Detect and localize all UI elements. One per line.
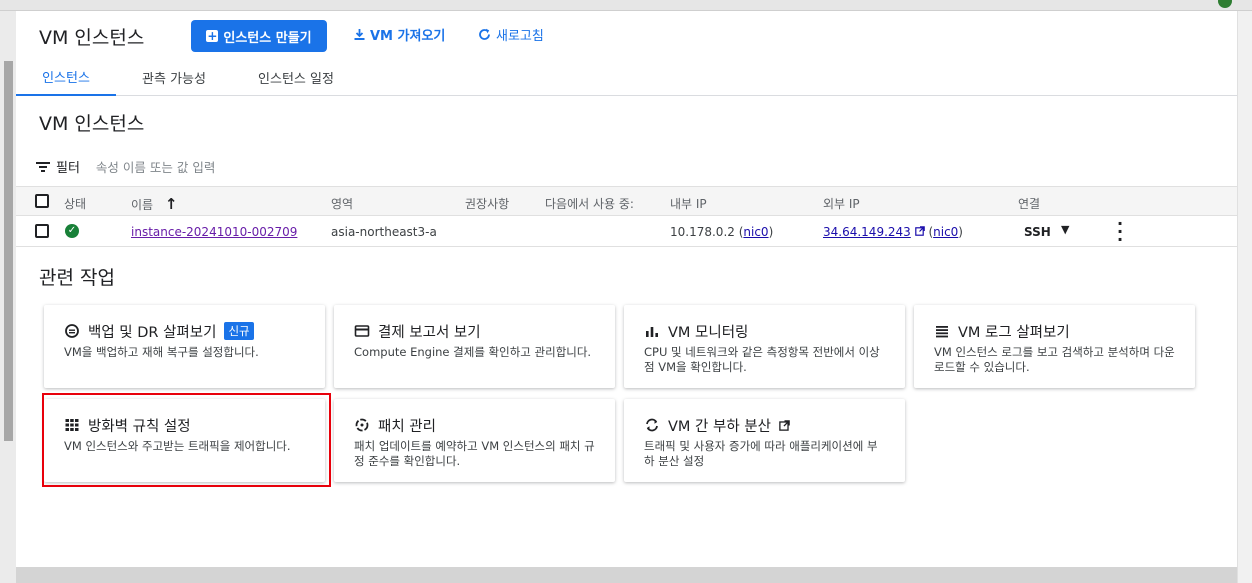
card-backup-dr[interactable]: 백업 및 DR 살펴보기 신규 VM을 백업하고 재해 복구를 설정합니다. (44, 305, 325, 388)
card-patch-management-desc: 패치 업데이트를 예약하고 VM 인스턴스의 패치 규정 준수를 확인합니다. (354, 439, 595, 468)
col-in-use-by: 다음에서 사용 중: (545, 197, 634, 211)
arrow-up-icon: ↑ (164, 195, 178, 213)
table-row: ✓ instance-20241010-002709 asia-northeas… (16, 216, 1237, 248)
tab-instances[interactable]: 인스턴스 (16, 58, 116, 96)
card-vm-logs-desc: VM 인스턴스 로그를 보고 검색하고 분석하며 다운로드할 수 있습니다. (934, 345, 1175, 374)
list-icon (936, 326, 948, 338)
import-vm-button[interactable]: VM 가져오기 (353, 25, 445, 44)
patch-sync-icon (355, 418, 369, 432)
select-all-checkbox[interactable] (35, 194, 49, 208)
filter-label: 필터 (56, 161, 80, 176)
filter-icon (36, 161, 50, 172)
left-scrollbar-thumb[interactable] (4, 61, 13, 441)
refresh-icon (479, 28, 490, 40)
create-instance-label: 인스턴스 만들기 (223, 30, 312, 46)
ssh-dropdown-icon[interactable]: ▼ (1061, 223, 1069, 236)
highlight-box (42, 393, 331, 487)
open-in-new-icon (779, 419, 790, 431)
row-checkbox[interactable] (35, 224, 49, 238)
card-load-balancing[interactable]: VM 간 부하 분산 트래픽 및 사용자 증가에 따라 애플리케이션에 부하 분… (624, 399, 905, 482)
card-load-balancing-desc: 트래픽 및 사용자 증가에 따라 애플리케이션에 부하 분산 설정 (644, 439, 878, 468)
card-backup-dr-title: 백업 및 DR 살펴보기 (88, 324, 217, 341)
card-load-balancing-title: VM 간 부하 분산 (668, 418, 771, 435)
ssh-button[interactable]: SSH (1024, 225, 1051, 239)
card-vm-logs[interactable]: VM 로그 살펴보기 VM 인스턴스 로그를 보고 검색하고 분석하며 다운로드… (914, 305, 1195, 388)
col-name-label: 이름 (131, 198, 154, 212)
external-nic-link[interactable]: nic0 (933, 225, 958, 239)
backup-icon (65, 324, 79, 338)
right-scrollbar[interactable] (1237, 11, 1252, 583)
refresh-button[interactable]: 새로고침 (477, 25, 544, 44)
import-vm-label: VM 가져오기 (370, 29, 446, 44)
col-connect: 연결 (1018, 197, 1041, 211)
card-vm-monitoring-title: VM 모니터링 (668, 324, 749, 341)
instance-name: instance-20241010-002709 (131, 225, 298, 239)
card-billing-report[interactable]: 결제 보고서 보기 Compute Engine 결제를 확인하고 관리합니다. (334, 305, 615, 388)
card-billing-report-desc: Compute Engine 결제를 확인하고 관리합니다. (354, 345, 592, 359)
col-recommendation: 권장사항 (465, 197, 510, 211)
external-ip-link[interactable]: 34.64.149.243 (823, 225, 911, 239)
instance-zone: asia-northeast3-a (331, 225, 437, 239)
left-scrollbar[interactable] (0, 11, 16, 583)
card-vm-monitoring-desc: CPU 및 네트워크와 같은 측정항목 전반에서 이상점 VM을 확인합니다. (644, 345, 880, 374)
create-instance-button[interactable]: + 인스턴스 만들기 (191, 20, 327, 52)
browser-top-strip (0, 0, 1252, 11)
refresh-label: 새로고침 (496, 29, 544, 44)
table-header: 상태 이름 ↑ 영역 권장사항 다음에서 사용 중: 내부 IP 외부 IP 연… (16, 186, 1237, 216)
tab-bar: 인스턴스 관측 가능성 인스턴스 일정 (16, 58, 1237, 96)
tab-instance-schedules[interactable]: 인스턴스 일정 (232, 58, 360, 96)
main-panel: VM 인스턴스 + 인스턴스 만들기 VM 가져오기 새로고침 인스턴스 관측 … (16, 11, 1237, 567)
status-dot-icon (1218, 0, 1232, 8)
card-vm-logs-title: VM 로그 살펴보기 (958, 324, 1070, 341)
bar-chart-icon (646, 327, 658, 337)
col-external-ip: 외부 IP (823, 197, 860, 211)
related-actions-title: 관련 작업 (39, 267, 115, 289)
add-box-icon: + (206, 29, 219, 43)
page-title: VM 인스턴스 (39, 27, 145, 49)
open-in-new-icon (914, 226, 925, 236)
check-circle-icon: ✓ (65, 224, 79, 238)
new-badge: 신규 (224, 322, 254, 340)
section-title: VM 인스턴스 (39, 113, 145, 135)
col-zone: 영역 (331, 197, 354, 211)
col-name[interactable]: 이름 ↑ (131, 195, 178, 213)
card-patch-management[interactable]: 패치 관리 패치 업데이트를 예약하고 VM 인스턴스의 패치 규정 준수를 확… (334, 399, 615, 482)
download-icon (354, 29, 365, 40)
card-backup-dr-desc: VM을 백업하고 재해 복구를 설정합니다. (64, 345, 259, 359)
filter-input[interactable]: 속성 이름 또는 값 입력 (96, 157, 215, 176)
card-vm-monitoring[interactable]: VM 모니터링 CPU 및 네트워크와 같은 측정항목 전반에서 이상점 VM을… (624, 305, 905, 388)
credit-card-icon (354, 325, 370, 337)
more-vert-icon[interactable]: · · · (1116, 216, 1124, 248)
col-internal-ip: 내부 IP (670, 197, 707, 211)
instance-name-link[interactable]: instance-20241010-002709 (131, 225, 297, 239)
card-patch-management-title: 패치 관리 (378, 418, 436, 435)
bottom-scrollbar[interactable] (16, 567, 1237, 583)
col-status: 상태 (64, 197, 87, 211)
card-billing-report-title: 결제 보고서 보기 (378, 324, 481, 341)
external-ip-cell: 34.64.149.243 (nic0) (823, 225, 963, 239)
sync-icon (646, 418, 658, 432)
filter-bar[interactable]: 필터 속성 이름 또는 값 입력 (36, 157, 215, 176)
tab-observability[interactable]: 관측 가능성 (116, 58, 232, 96)
internal-ip: 10.178.0.2 (670, 225, 735, 239)
internal-nic-link[interactable]: nic0 (743, 225, 768, 239)
internal-ip-cell: 10.178.0.2 (nic0) (670, 225, 774, 239)
